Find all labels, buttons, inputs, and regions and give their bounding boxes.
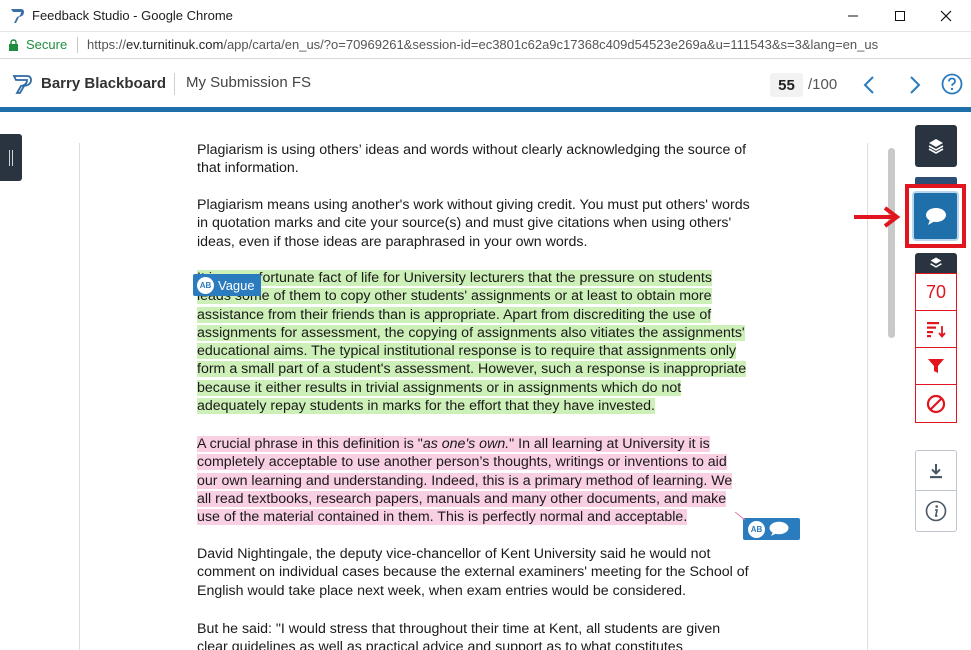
sort-list-icon — [927, 322, 946, 338]
match-overview-button[interactable] — [916, 311, 956, 348]
address-bar[interactable]: Secure https://ev.turnitinuk.com/app/car… — [0, 32, 971, 59]
comment-bubble-tag[interactable]: AB — [743, 518, 800, 540]
chevron-right-icon — [910, 76, 921, 94]
layers-icon — [928, 139, 944, 154]
lock-icon — [9, 39, 18, 51]
p4-emphasis: as one's own. — [422, 436, 510, 452]
close-icon[interactable] — [923, 0, 969, 32]
annotation-arrow-icon — [854, 206, 901, 228]
paragraph-3-highlighted[interactable]: It is an unfortunate fact of life for Un… — [197, 269, 747, 415]
quickmark-vague-tag[interactable]: AB Vague — [193, 274, 261, 296]
chevron-left-icon — [863, 76, 874, 94]
grade-input[interactable]: 55 — [770, 73, 803, 97]
comment-ab-icon: AB — [748, 520, 765, 538]
block-icon — [926, 394, 946, 413]
filter-icon — [928, 359, 944, 373]
url-text[interactable]: https://ev.turnitinuk.com/app/carta/en_u… — [87, 37, 878, 52]
feedback-studio-logo-icon — [12, 75, 32, 94]
info-icon — [925, 500, 947, 522]
side-panel-toggle[interactable] — [0, 134, 22, 181]
speech-bubble-icon — [769, 521, 789, 536]
paragraph-4-highlighted[interactable]: A crucial phrase in this definition is "… — [197, 435, 749, 526]
maximize-icon[interactable] — [877, 0, 923, 32]
paragraph-2: Plagiarism means using another's work wi… — [197, 197, 750, 250]
url-path: /app/carta/en_us/?o=70969261&session-id=… — [223, 37, 879, 52]
similarity-layer-tab[interactable] — [915, 253, 957, 273]
url-host: ev.turnitinuk.com — [126, 37, 224, 52]
minimize-icon[interactable] — [830, 0, 876, 32]
window-title: Feedback Studio - Google Chrome — [32, 8, 233, 23]
user-name: Barry Blackboard — [41, 75, 167, 92]
highlighted-text-green: It is an unfortunate fact of life for Un… — [197, 270, 747, 415]
comment-anchor-line — [735, 511, 746, 521]
paragraph-1: Plagiarism is using others’ ideas and wo… — [197, 142, 747, 177]
header-divider — [174, 73, 175, 95]
similarity-score-button[interactable]: 70 — [916, 274, 956, 311]
layers-icon — [930, 257, 942, 268]
grade-total: /100 — [808, 76, 838, 93]
similarity-tools: 70 — [915, 273, 957, 423]
exclusions-button[interactable] — [916, 385, 956, 422]
comments-tool-highlight — [905, 184, 966, 248]
app-header: Barry Blackboard My Submission FS 55 /10… — [0, 60, 971, 108]
download-icon — [930, 463, 942, 478]
scrollbar-thumb[interactable] — [888, 148, 895, 338]
url-scheme: https:// — [87, 37, 127, 52]
general-tools — [915, 450, 957, 532]
page-edge-left — [79, 143, 80, 650]
submission-title: My Submission FS — [186, 74, 312, 91]
next-paper-button[interactable] — [902, 72, 928, 98]
window-titlebar: Feedback Studio - Google Chrome — [0, 0, 971, 32]
grip-icon — [9, 149, 13, 166]
previous-paper-button[interactable] — [856, 72, 882, 98]
quickmark-label: Vague — [218, 277, 255, 293]
highlighted-text-pink: A crucial phrase in this definition is "… — [197, 436, 733, 526]
address-divider — [77, 37, 78, 53]
filter-button[interactable] — [916, 348, 956, 385]
speech-bubble-icon — [925, 208, 946, 225]
turnitin-logo-icon — [11, 9, 24, 23]
paragraph-5: David Nightingale, the deputy vice-chanc… — [197, 546, 749, 599]
quickmark-ab-icon: AB — [197, 276, 214, 294]
submission-info-button[interactable] — [916, 491, 956, 531]
secure-label: Secure — [26, 37, 68, 52]
download-button[interactable] — [916, 451, 956, 491]
help-icon[interactable] — [941, 73, 963, 95]
header-accent-bar — [0, 107, 971, 112]
layers-button[interactable] — [915, 125, 957, 167]
p4-before: A crucial phrase in this definition is " — [197, 436, 423, 452]
paragraph-6: But he said: "I would stress that throug… — [197, 621, 721, 650]
comments-button[interactable] — [914, 193, 957, 239]
